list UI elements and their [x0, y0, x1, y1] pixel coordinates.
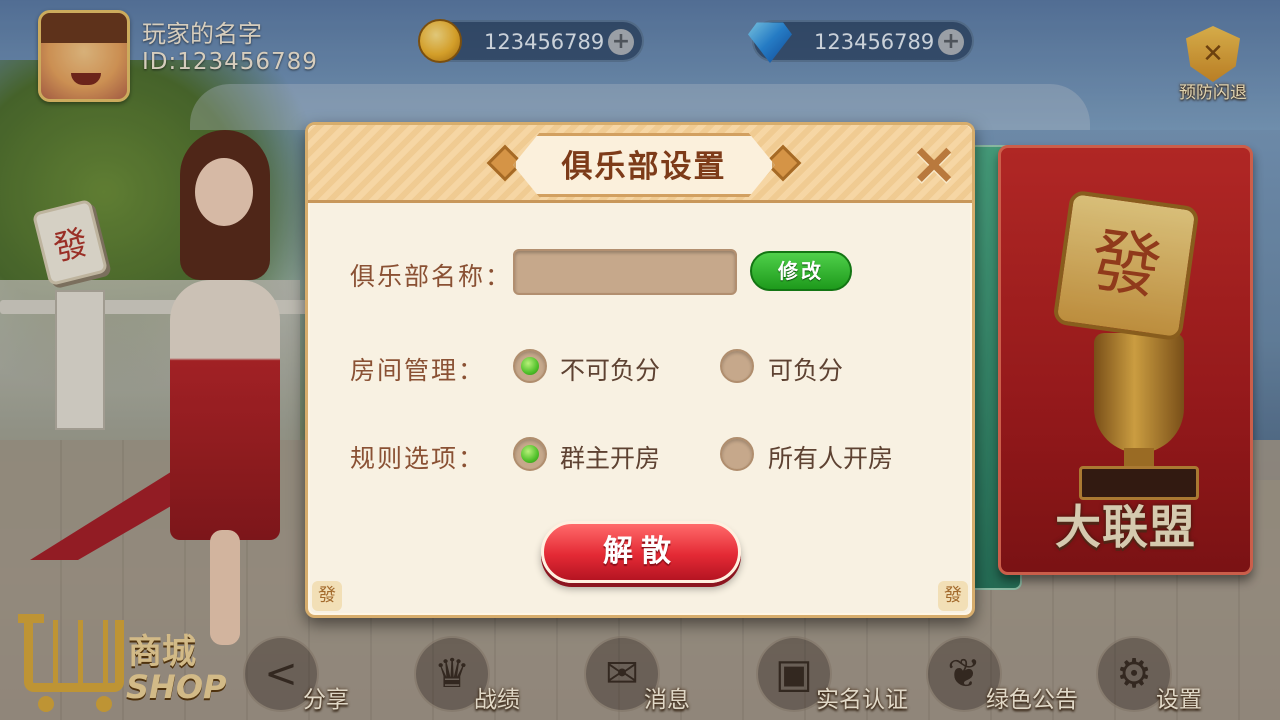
dialog-title: 俱乐部设置: [561, 149, 727, 185]
dissolve-button[interactable]: 解散: [541, 521, 741, 583]
option-allow-negative-score: 可负分: [768, 356, 844, 385]
modify-button[interactable]: 修改: [750, 251, 852, 291]
corner-tile-left: 發: [312, 581, 342, 611]
option-no-negative-score: 不可负分: [560, 356, 661, 385]
rule-options-label: 规则选项：: [350, 444, 486, 473]
radio-no-negative-score[interactable]: [513, 349, 547, 383]
radio-allow-negative-score[interactable]: [720, 349, 754, 383]
radio-owner-opens-room[interactable]: [513, 437, 547, 471]
club-settings-dialog: 俱乐部设置 × 俱乐部名称： 修改 房间管理： 不可负分 可负分 规则选项： 群…: [305, 122, 975, 618]
option-everyone-opens-room: 所有人开房: [768, 444, 894, 473]
room-management-label: 房间管理：: [350, 356, 486, 385]
radio-everyone-opens-room[interactable]: [720, 437, 754, 471]
corner-tile-right: 發: [938, 581, 968, 611]
option-owner-opens-room: 群主开房: [560, 444, 661, 473]
club-name-label: 俱乐部名称：: [350, 262, 513, 291]
club-name-input[interactable]: [513, 249, 737, 295]
close-button[interactable]: ×: [906, 134, 962, 193]
